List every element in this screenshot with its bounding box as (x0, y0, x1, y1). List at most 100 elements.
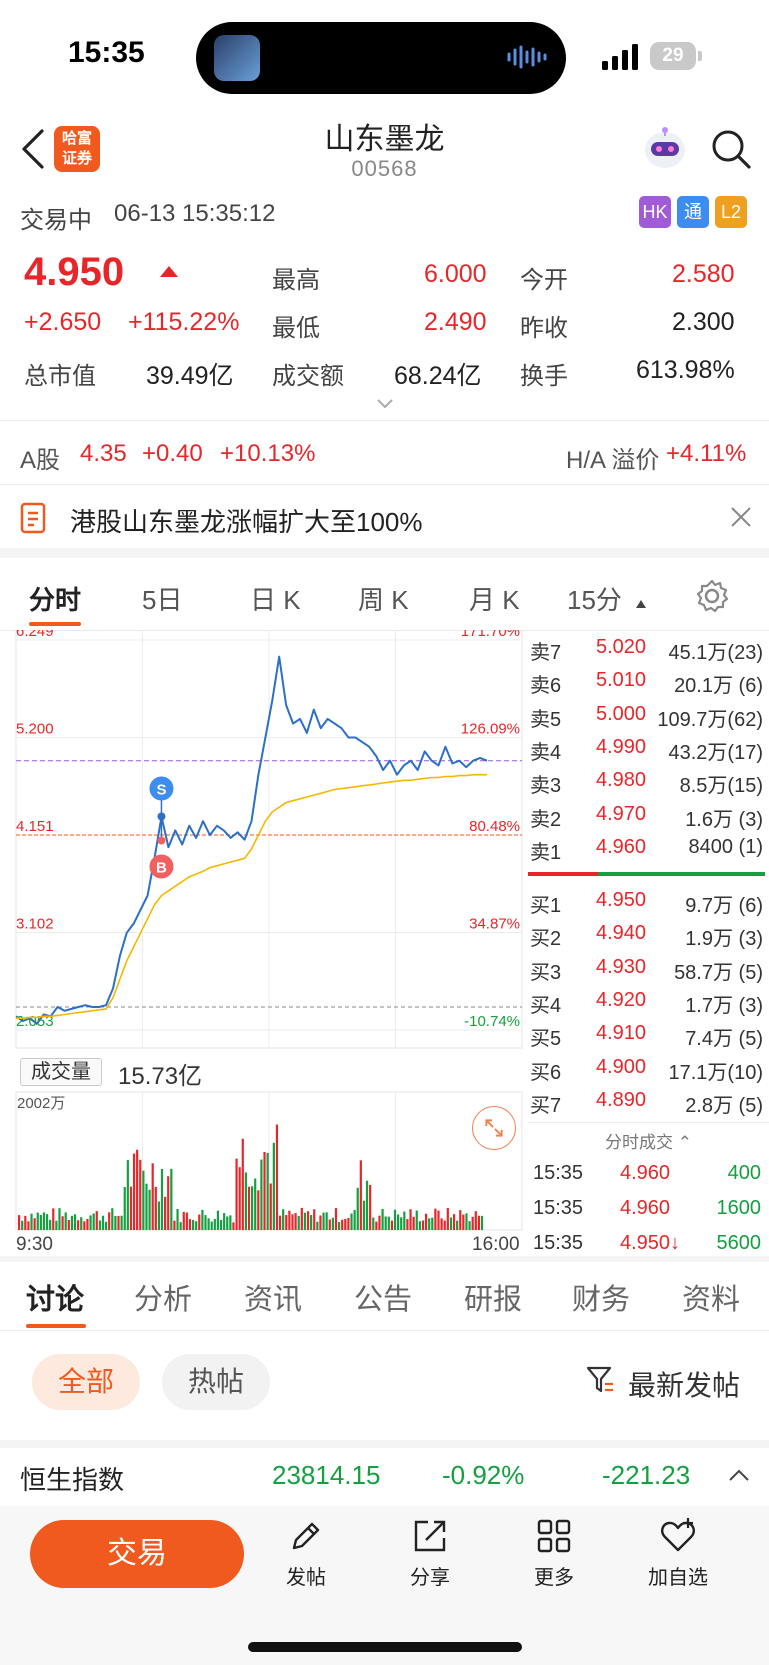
share-icon[interactable] (410, 1516, 450, 1556)
bid-row[interactable]: 买7 4.890 2.8万 (5) (528, 1085, 769, 1118)
volume-bar (443, 1220, 446, 1230)
volume-bar (285, 1215, 288, 1230)
volume-bar (477, 1215, 480, 1230)
ai-assistant-icon[interactable] (640, 124, 690, 174)
tab-announcements[interactable]: 公告 (354, 1276, 412, 1318)
tab-analysis[interactable]: 分析 (134, 1276, 192, 1318)
notice-text[interactable]: 港股山东墨龙涨幅扩大至100% (70, 502, 423, 539)
bid-row[interactable]: 买6 4.900 17.1万(10) (528, 1052, 769, 1085)
sort-latest[interactable]: 最新发帖 (628, 1364, 740, 1404)
grid-icon[interactable] (534, 1516, 574, 1556)
ask-row[interactable]: 卖2 4.970 1.6万 (3) (528, 799, 769, 832)
bid-row[interactable]: 买4 4.920 1.7万 (3) (528, 985, 769, 1018)
tab-weekly-k[interactable]: 周 K (358, 580, 409, 617)
tab-daily-k[interactable]: 日 K (250, 580, 301, 617)
section-gap (0, 1440, 769, 1448)
volume-bar (160, 1168, 164, 1230)
ask-row[interactable]: 卖6 5.010 20.1万 (6) (528, 665, 769, 698)
heart-plus-icon[interactable] (658, 1516, 698, 1556)
volume-bar (95, 1211, 98, 1230)
volume-bar (45, 1214, 49, 1230)
volume-bar (120, 1215, 123, 1230)
volume-bar (179, 1222, 182, 1230)
up-arrow-icon (160, 266, 178, 277)
volume-bar (104, 1221, 108, 1230)
volume-bar (235, 1158, 238, 1230)
ask-row[interactable]: 卖3 4.980 8.5万(15) (528, 765, 769, 798)
tab-intraday[interactable]: 分时 (29, 580, 81, 617)
volume-bar (428, 1218, 431, 1230)
fullscreen-icon[interactable] (472, 1106, 516, 1150)
expand-chevron-icon[interactable] (376, 398, 394, 410)
divider (0, 420, 769, 421)
index-name: 恒生指数 (20, 1465, 125, 1495)
index-change: -221.23 (602, 1460, 691, 1490)
chevron-up-icon[interactable] (728, 1468, 750, 1482)
filter-all[interactable]: 全部 (32, 1354, 140, 1410)
trade-button[interactable]: 交易 (30, 1520, 244, 1588)
ask-row[interactable]: 卖1 4.960 8400 (1) (528, 832, 769, 865)
ask-row[interactable]: 卖7 5.020 45.1万(23) (528, 632, 769, 665)
gear-icon[interactable] (694, 578, 730, 614)
close-icon[interactable] (728, 504, 754, 530)
tab-discussion[interactable]: 讨论 (26, 1276, 84, 1318)
home-indicator[interactable] (248, 1642, 522, 1652)
tick-time: 15:35 (533, 1197, 584, 1219)
tab-15min[interactable]: 15分 (567, 580, 622, 617)
volume-bar (331, 1217, 334, 1230)
tab-news[interactable]: 资讯 (244, 1276, 302, 1318)
volume-bar (229, 1215, 232, 1230)
volume-bar (291, 1214, 294, 1230)
bid-row[interactable]: 买1 4.950 9.7万 (6) (528, 885, 769, 918)
search-icon[interactable] (710, 128, 752, 170)
volume-label[interactable]: 成交量 (20, 1058, 102, 1086)
level-label: 卖2 (530, 808, 562, 831)
ask-row[interactable]: 卖4 4.990 43.2万(17) (528, 732, 769, 765)
volume-bar (219, 1220, 223, 1230)
bid-row[interactable]: 买5 4.910 7.4万 (5) (528, 1018, 769, 1051)
ha-premium-value: +4.11% (666, 440, 747, 467)
price-axis-label: 4.151 (16, 818, 54, 835)
tick-list-header[interactable]: 分时成交 ⌃ (528, 1128, 769, 1158)
tab-monthly-k[interactable]: 月 K (469, 580, 520, 617)
bid-row[interactable]: 买2 4.940 1.9万 (3) (528, 918, 769, 951)
filter-icon[interactable] (586, 1364, 614, 1396)
level-volume: 1.6万 (3) (685, 808, 763, 831)
share-label[interactable]: 分享 (380, 1561, 480, 1590)
avg-price-line (16, 773, 487, 1020)
tab-5day[interactable]: 5日 (142, 580, 182, 617)
volume-bar (167, 1176, 170, 1230)
level-price: 5.020 (596, 636, 647, 658)
volume-axis-top: 2002万 (17, 1095, 65, 1112)
tick-volume: 1600 (716, 1197, 762, 1219)
volume-bar (266, 1152, 269, 1230)
edit-icon[interactable] (286, 1516, 326, 1556)
volume-bar (30, 1213, 33, 1230)
price-line (15, 655, 488, 1025)
volume-bar (372, 1217, 375, 1230)
tab-profile[interactable]: 资料 (682, 1276, 740, 1318)
level-label: 买7 (530, 1094, 562, 1117)
volume-bar (195, 1221, 198, 1230)
volume-bar (164, 1196, 167, 1230)
intraday-chart[interactable]: 6.249 171.70% 5.200 126.09% 4.151 80.48% 3.102… (0, 630, 525, 1260)
filter-hot[interactable]: 热帖 (162, 1354, 270, 1410)
tab-research[interactable]: 研报 (464, 1276, 522, 1318)
now-playing-thumbnail[interactable] (214, 35, 260, 81)
post-label[interactable]: 发帖 (256, 1561, 356, 1590)
ask-row[interactable]: 卖5 5.000 109.7万(62) (528, 699, 769, 732)
volume-bar (173, 1220, 176, 1230)
dropdown-icon[interactable] (636, 600, 646, 608)
volume-bar (459, 1210, 462, 1230)
volume-bar (269, 1183, 272, 1230)
bid-row[interactable]: 买3 4.930 58.7万 (5) (528, 952, 769, 985)
tab-financials[interactable]: 财务 (572, 1276, 630, 1318)
volume-bar (263, 1152, 266, 1230)
buy-mark-label: B (156, 860, 167, 877)
more-label[interactable]: 更多 (504, 1561, 604, 1590)
watchlist-label[interactable]: 加自选 (628, 1561, 728, 1590)
level-price: 4.930 (596, 955, 647, 978)
volume-bar (452, 1214, 456, 1230)
index-value: 23814.15 (272, 1460, 381, 1490)
volume-bar (462, 1214, 465, 1230)
